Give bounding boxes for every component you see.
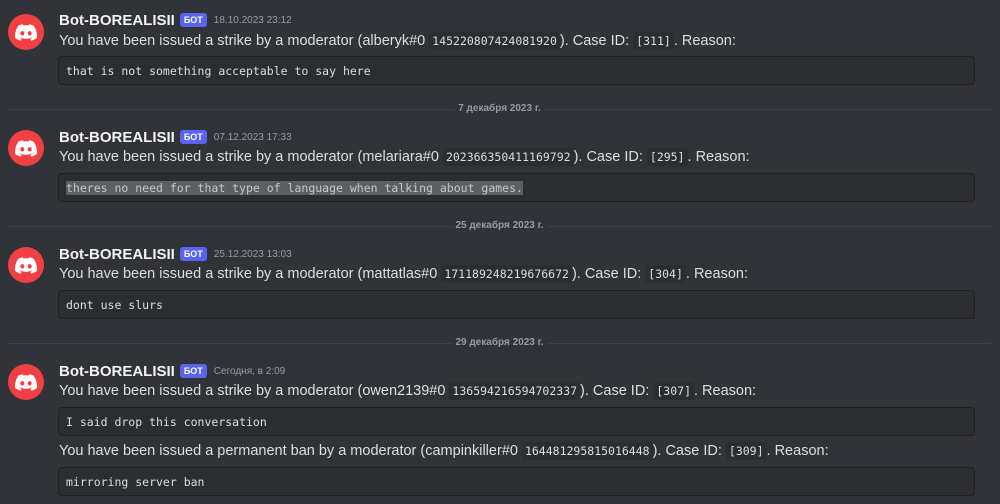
timestamp[interactable]: 07.12.2023 17:33 <box>214 132 292 143</box>
message-text-suffix: . Reason: <box>687 149 750 165</box>
moderator-id-code: 164481295815016448 <box>521 442 653 460</box>
discord-logo-icon <box>15 139 37 157</box>
reason-codeblock[interactable]: I said drop this conversation <box>58 407 975 436</box>
message-text-prefix: You have been issued a strike by a moder… <box>59 149 443 165</box>
message-text-prefix: You have been issued a strike by a moder… <box>59 383 450 399</box>
date-divider-label: 7 декабря 2023 г. <box>454 103 545 115</box>
username[interactable]: Bot-BOREALISII <box>59 363 175 380</box>
message-text-suffix: . Reason: <box>766 443 829 459</box>
case-id-code: [295] <box>646 148 688 166</box>
message-text-suffix: . Reason: <box>673 33 736 49</box>
bot-tag: БОТ <box>179 364 207 378</box>
message-text-prefix: You have been issued a strike by a moder… <box>59 33 430 49</box>
moderator-id-code: 171189248219676672 <box>441 265 572 283</box>
case-id-code: [311] <box>633 32 674 50</box>
reason-text: mirroring server ban <box>66 475 205 489</box>
date-divider: 7 декабря 2023 г. <box>8 103 991 115</box>
avatar[interactable] <box>8 364 44 400</box>
username[interactable]: Bot-BOREALISII <box>59 129 175 146</box>
discord-logo-icon <box>15 256 37 274</box>
reason-codeblock[interactable]: that is not something acceptable to say … <box>58 56 975 85</box>
timestamp[interactable]: Сегодня, в 2:09 <box>214 366 285 377</box>
case-id-code: [307] <box>653 382 694 400</box>
case-id-code: [304] <box>645 265 686 283</box>
username[interactable]: Bot-BOREALISII <box>59 12 175 29</box>
message-text: You have been issued a permanent ban by … <box>59 442 829 460</box>
message-text-middle: ). Case ID: <box>571 266 646 282</box>
timestamp[interactable]: 18.10.2023 23:12 <box>214 15 292 26</box>
bot-tag: БОТ <box>179 247 207 261</box>
message-text-prefix: You have been issued a permanent ban by … <box>59 443 522 459</box>
message-text-middle: ). Case ID: <box>573 149 647 165</box>
timestamp[interactable]: 25.12.2023 13:03 <box>214 249 292 260</box>
discord-logo-icon <box>15 23 37 41</box>
moderator-id-code: 136594216594702337 <box>449 382 581 400</box>
reason-codeblock[interactable]: dont use slurs <box>58 290 975 319</box>
date-divider: 25 декабря 2023 г. <box>8 220 991 232</box>
date-divider: 29 декабря 2023 г. <box>8 337 991 349</box>
date-divider-label: 29 декабря 2023 г. <box>451 337 548 349</box>
reason-codeblock[interactable]: theres no need for that type of language… <box>58 173 975 202</box>
avatar[interactable] <box>8 247 44 283</box>
reason-text: that is not something acceptable to say … <box>66 64 371 78</box>
message-text-prefix: You have been issued a strike by a moder… <box>59 266 442 282</box>
avatar[interactable] <box>8 14 44 50</box>
message-text-suffix: . Reason: <box>694 383 757 399</box>
avatar[interactable] <box>8 130 44 166</box>
moderator-id-code: 202366350411169792 <box>442 148 574 166</box>
message-text: You have been issued a strike by a moder… <box>59 148 750 166</box>
bot-tag: БОТ <box>179 13 207 27</box>
reason-text: dont use slurs <box>66 298 163 312</box>
message-text-middle: ). Case ID: <box>580 383 654 399</box>
reason-codeblock[interactable]: mirroring server ban <box>58 467 975 496</box>
case-id-code: [309] <box>725 442 767 460</box>
bot-tag: БОТ <box>179 130 207 144</box>
discord-logo-icon <box>15 373 37 391</box>
message-text: You have been issued a strike by a moder… <box>59 32 736 50</box>
message-text: You have been issued a strike by a moder… <box>59 382 756 400</box>
reason-text: theres no need for that type of language… <box>66 181 523 195</box>
moderator-id-code: 145220807424081920 <box>429 32 560 50</box>
message-text-middle: ). Case ID: <box>559 33 634 49</box>
reason-text: I said drop this conversation <box>66 415 267 429</box>
message-text-suffix: . Reason: <box>685 266 748 282</box>
message-text: You have been issued a strike by a moder… <box>59 265 748 283</box>
date-divider-label: 25 декабря 2023 г. <box>451 220 548 232</box>
message-text-middle: ). Case ID: <box>652 443 726 459</box>
username[interactable]: Bot-BOREALISII <box>59 246 175 263</box>
